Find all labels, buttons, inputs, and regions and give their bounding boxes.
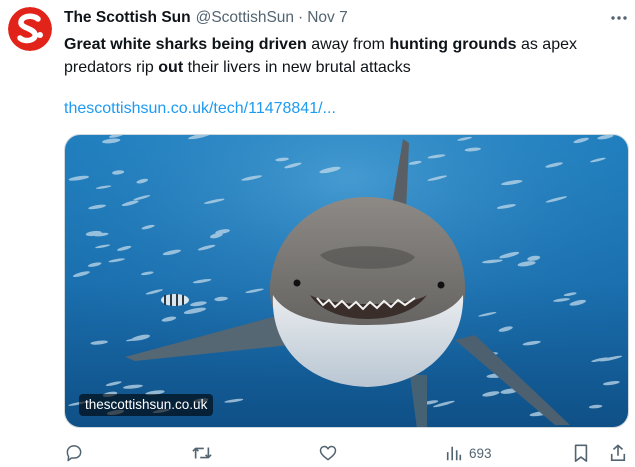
views-button[interactable]: 693 [445, 442, 492, 464]
bookmark-button[interactable] [572, 442, 590, 464]
tweet-text-segment: their livers in new brutal attacks [183, 59, 411, 76]
shark-photo [65, 135, 628, 427]
tweet-text-segment: out [158, 59, 184, 76]
scottish-sun-logo-icon [8, 7, 52, 51]
retweet-button[interactable] [191, 442, 213, 464]
views-icon [446, 446, 462, 461]
more-options-button[interactable] [608, 8, 630, 28]
tweet-date[interactable]: Nov 7 [307, 9, 348, 27]
share-icon [610, 444, 626, 462]
views-count: 693 [469, 445, 492, 461]
separator-dot: · [298, 9, 304, 26]
tweet-text-segment: away from [306, 36, 390, 53]
author-name[interactable]: The Scottish Sun [64, 9, 191, 27]
retweet-icon [192, 447, 212, 459]
tweet-text: Great white sharks being driven away fro… [64, 33, 612, 79]
share-button[interactable] [609, 442, 627, 464]
reply-icon [66, 445, 82, 462]
bookmark-icon [574, 444, 588, 462]
avatar[interactable] [8, 7, 52, 51]
article-link[interactable]: thescottishsun.co.uk/tech/11478841/... [64, 97, 336, 120]
tweet-text-segment: hunting grounds [389, 36, 517, 53]
more-dots-icon [611, 16, 627, 20]
media-card[interactable]: thescottishsun.co.uk [64, 134, 629, 428]
tweet[interactable]: The Scottish Sun @ScottishSun · Nov 7 Gr… [0, 0, 635, 467]
reply-button[interactable] [64, 442, 84, 464]
media-domain-badge: thescottishsun.co.uk [79, 394, 214, 416]
like-button[interactable] [318, 442, 338, 464]
author-handle[interactable]: @ScottishSun [196, 9, 294, 27]
tweet-text-segment: Great white sharks being driven [64, 36, 307, 53]
action-bar: 693 [64, 440, 630, 466]
like-icon [319, 445, 337, 461]
tweet-header: The Scottish Sun @ScottishSun · Nov 7 [64, 9, 595, 31]
